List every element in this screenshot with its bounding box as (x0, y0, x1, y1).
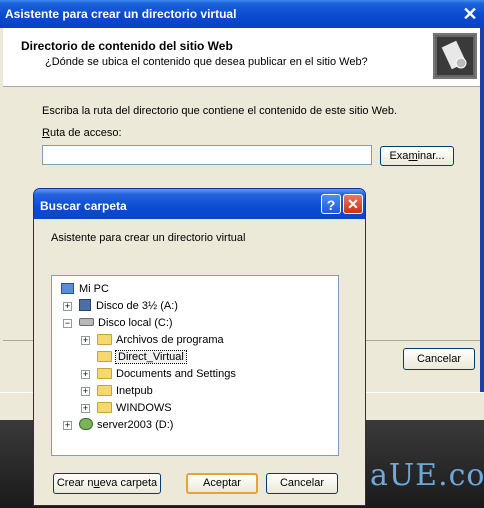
tree-item-inetpub[interactable]: Inetpub (97, 383, 153, 399)
expand-icon[interactable]: + (81, 404, 90, 413)
network-drive-icon (79, 418, 93, 431)
wizard-header-subtitle: ¿Dónde se ubica el contenido que desea p… (45, 56, 368, 68)
browse-folder-dialog: Buscar carpeta ? ✕ Asistente para crear … (33, 188, 366, 506)
accept-button[interactable]: Aceptar (186, 473, 258, 494)
wizard-instruction: Escriba la ruta del directorio que conti… (42, 105, 398, 117)
dialog-title: Buscar carpeta (40, 199, 127, 213)
expand-icon[interactable]: + (81, 336, 90, 345)
folder-icon (97, 401, 112, 413)
wizard-graphic-icon (433, 33, 477, 79)
tree-item-label: WINDOWS (116, 402, 172, 414)
ruta-label-accesskey: R (42, 127, 50, 139)
tree-item-mi-pc[interactable]: Mi PC (61, 281, 109, 297)
folder-icon (97, 367, 112, 379)
tree-item-label: Documents and Settings (116, 368, 236, 380)
folder-icon (97, 350, 112, 362)
new-folder-label-post: eva carpeta (99, 477, 158, 489)
tree-item-local-disk[interactable]: Disco local (C:) (79, 315, 173, 331)
help-icon[interactable]: ? (321, 194, 341, 214)
collapse-icon[interactable]: − (63, 319, 72, 328)
dialog-cancel-button[interactable]: Cancelar (266, 473, 338, 494)
tree-item-documents-and-settings[interactable]: Documents and Settings (97, 366, 236, 382)
tree-item-direct-virtual[interactable]: Direct_Virtual (97, 349, 187, 365)
tree-item-label: server2003 (D:) (97, 419, 174, 431)
tree-item-label: Disco de 3½ (A:) (96, 300, 178, 312)
new-folder-button[interactable]: Crear nueva carpeta (53, 473, 161, 494)
folder-icon (97, 333, 112, 345)
tree-item-server2003[interactable]: server2003 (D:) (79, 417, 173, 433)
floppy-icon (79, 299, 91, 312)
browse-button[interactable]: Examinar... (380, 146, 454, 166)
expand-icon[interactable]: + (63, 302, 72, 311)
tree-item-label: Inetpub (116, 385, 153, 397)
expand-icon[interactable]: + (81, 370, 90, 379)
folder-tree[interactable]: Mi PC + Disco de 3½ (A:) − Disco local (… (51, 275, 339, 456)
wizard-title: Asistente para crear un directorio virtu… (5, 7, 237, 21)
new-folder-label-pre: Crear n (56, 477, 94, 489)
dialog-description: Asistente para crear un directorio virtu… (51, 232, 246, 244)
wizard-header-title: Directorio de contenido del sitio Web (21, 39, 233, 53)
tree-item-label-selected: Direct_Virtual (115, 350, 187, 364)
expand-icon[interactable]: + (81, 387, 90, 396)
folder-icon (97, 384, 112, 396)
wizard-cancel-button[interactable]: Cancelar (403, 348, 475, 370)
tree-item-windows[interactable]: WINDOWS (97, 400, 172, 416)
tree-item-archivos-de-programa[interactable]: Archivos de programa (97, 332, 224, 348)
hard-drive-icon (79, 318, 94, 327)
tree-item-label: Mi PC (79, 283, 109, 295)
browse-label-post: inar... (417, 150, 445, 162)
dialog-titlebar[interactable]: Buscar carpeta ? ✕ (34, 189, 365, 219)
browse-label-pre: Exa (389, 150, 409, 162)
expand-icon[interactable]: + (63, 421, 72, 430)
ruta-label-text: uta de acceso: (49, 127, 122, 139)
wizard-titlebar[interactable]: Asistente para crear un directorio virtu… (0, 0, 484, 28)
wizard-header: Directorio de contenido del sitio Web ¿D… (3, 28, 480, 87)
tree-item-floppy[interactable]: Disco de 3½ (A:) (79, 298, 178, 314)
wizard-close-icon[interactable]: ✕ (460, 5, 480, 24)
ruta-label: Ruta de acceso: (42, 127, 122, 139)
watermark-text: aUE.co (370, 458, 484, 493)
browse-label-accesskey: m (408, 150, 418, 162)
tree-item-label: Archivos de programa (116, 334, 224, 346)
computer-icon (61, 282, 74, 294)
ruta-input[interactable] (42, 145, 372, 165)
dialog-close-icon[interactable]: ✕ (343, 194, 363, 214)
tree-item-label: Disco local (C:) (98, 317, 173, 329)
